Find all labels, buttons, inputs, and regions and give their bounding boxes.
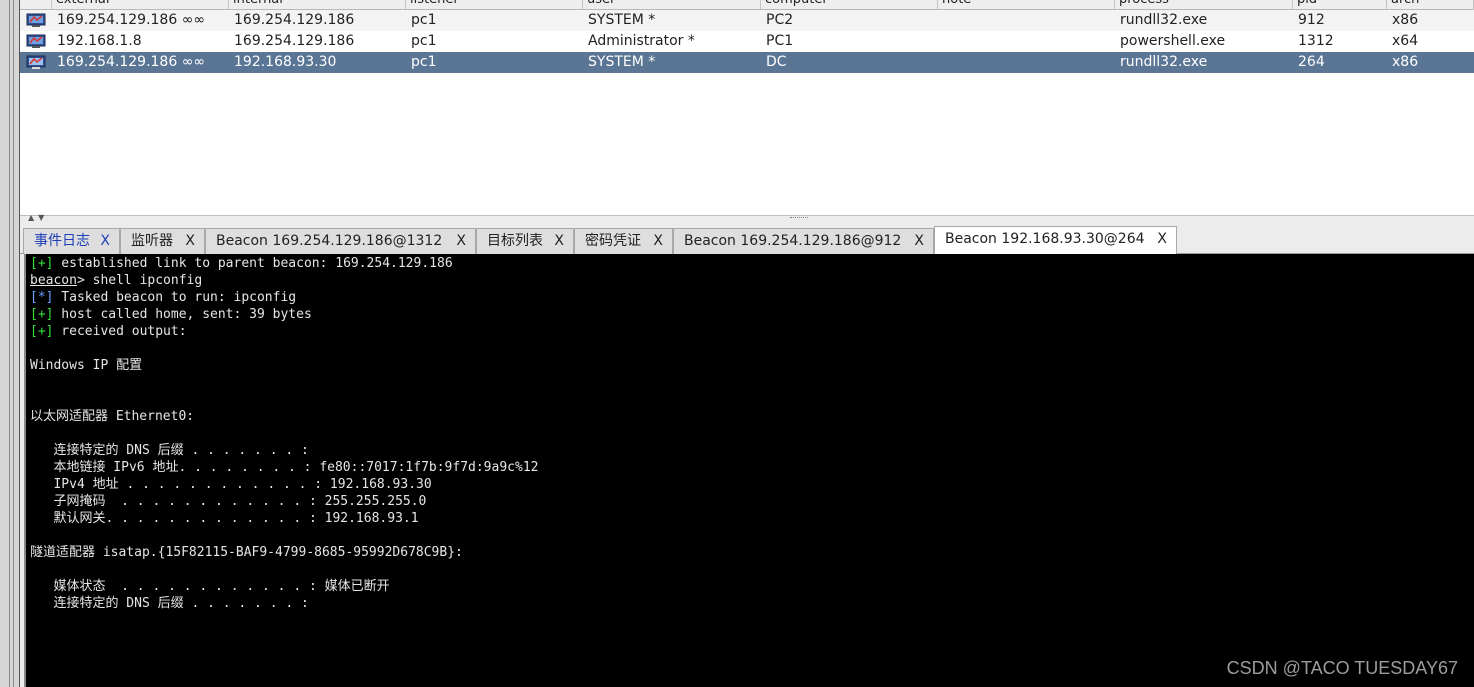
console-line: [+] established link to parent beacon: 1… [30,256,453,271]
tab-targets[interactable]: 目标列表 X [476,228,574,254]
header-pid[interactable]: pid [1293,0,1387,9]
cell-listener: pc1 [411,33,437,49]
cell-external: 169.254.129.186 ∞∞ [57,12,206,28]
tab-beacon-1312[interactable]: Beacon 169.254.129.186@1312 X [205,228,476,254]
cell-internal: 169.254.129.186 [234,12,355,28]
console-line: 子网掩码 . . . . . . . . . . . . : 255.255.2… [30,494,427,509]
header-arch[interactable]: arch [1387,0,1474,9]
header-user[interactable]: user [583,0,761,9]
header-internal[interactable]: internal ^ [229,0,406,9]
splitter-arrows-icon[interactable]: ▲▼ [28,213,48,222]
cell-user: SYSTEM * [588,54,656,70]
console-line: 隧道适配器 isatap.{15F82115-BAF9-4799-8685-95… [30,545,463,560]
tab-label: Beacon 192.168.93.30@264 [945,231,1145,247]
beacon-prompt: beacon [30,273,77,288]
tab-beacon-912[interactable]: Beacon 169.254.129.186@912 X [673,228,934,254]
tab-close-icon[interactable]: X [1157,227,1167,251]
cell-computer: PC2 [766,12,794,28]
table-row[interactable]: 169.254.129.186 ∞∞ 169.254.129.186 pc1 S… [20,10,1474,31]
tab-close-icon[interactable]: X [653,229,663,253]
header-icon-column[interactable] [20,0,52,9]
tab-listeners[interactable]: 监听器 X [120,228,205,254]
cell-computer: DC [766,54,787,70]
sessions-table-header: external internal ^ listener user comput… [20,0,1474,10]
watermark: CSDN @TACO TUESDAY67 [1226,658,1458,678]
cell-internal: 192.168.93.30 [234,54,337,70]
tab-close-icon[interactable]: X [185,229,195,253]
cell-listener: pc1 [411,54,437,70]
cell-external: 169.254.129.186 ∞∞ [57,54,206,70]
tab-label: Beacon 169.254.129.186@912 [684,233,902,249]
beacon-session-icon [26,55,46,69]
console-prompt-line: beacon> shell ipconfig [30,273,203,288]
cell-process: powershell.exe [1120,33,1226,49]
cell-pid: 1312 [1298,33,1334,49]
cell-arch: x64 [1392,33,1419,49]
table-row[interactable]: 192.168.1.8 169.254.129.186 pc1 Administ… [20,31,1474,52]
tab-label: 目标列表 [487,233,543,249]
tab-bar: 事件日志 X 监听器 X Beacon 169.254.129.186@1312… [20,226,1474,254]
tab-label: 监听器 [131,233,173,249]
beacon-session-icon [26,34,46,48]
console-line: 连接特定的 DNS 后缀 . . . . . . . : [30,596,309,611]
header-process[interactable]: process [1115,0,1293,9]
tab-label: Beacon 169.254.129.186@1312 [216,233,443,249]
tab-beacon-264-active[interactable]: Beacon 192.168.93.30@264 X [934,226,1177,254]
cell-pid: 264 [1298,54,1325,70]
cell-process: rundll32.exe [1120,12,1208,28]
sessions-table: external internal ^ listener user comput… [20,0,1474,215]
tab-event-log[interactable]: 事件日志 X [23,228,120,254]
beacon-session-icon [26,13,46,27]
tab-close-icon[interactable]: X [554,229,564,253]
tab-close-icon[interactable]: X [914,229,924,253]
cell-user: Administrator * [588,33,695,49]
tab-label: 密码凭证 [585,233,641,249]
tab-label: 事件日志 [34,233,90,249]
table-row-selected[interactable]: 169.254.129.186 ∞∞ 192.168.93.30 pc1 SYS… [20,52,1474,73]
pane-splitter[interactable]: ▲▼ [20,213,1474,226]
header-computer[interactable]: computer [761,0,938,9]
console-line: 连接特定的 DNS 后缀 . . . . . . . : [30,443,309,458]
tab-credentials[interactable]: 密码凭证 X [574,228,673,254]
console-line: 媒体状态 . . . . . . . . . . . . : 媒体已断开 [30,579,390,594]
console-line: Windows IP 配置 [30,358,143,373]
console-line: IPv4 地址 . . . . . . . . . . . . : 192.16… [30,477,432,492]
splitter-grip-icon[interactable] [790,217,808,221]
cell-arch: x86 [1392,12,1419,28]
header-listener[interactable]: listener [406,0,583,9]
cell-listener: pc1 [411,12,437,28]
console-line: [*] Tasked beacon to run: ipconfig [30,290,297,305]
header-external[interactable]: external [52,0,229,9]
header-note[interactable]: note [938,0,1115,9]
beacon-console-output[interactable]: [+] established link to parent beacon: 1… [24,254,1474,687]
cell-external: 192.168.1.8 [57,33,142,49]
cell-process: rundll32.exe [1120,54,1208,70]
console-line: [+] received output: [30,324,187,339]
console-line: 默认网关. . . . . . . . . . . . . : 192.168.… [30,511,419,526]
cell-internal: 169.254.129.186 [234,33,355,49]
cell-computer: PC1 [766,33,794,49]
left-window-frame [0,0,20,687]
console-line: [+] host called home, sent: 39 bytes [30,307,312,322]
cell-pid: 912 [1298,12,1325,28]
tab-close-icon[interactable]: X [100,229,110,253]
cell-arch: x86 [1392,54,1419,70]
tab-close-icon[interactable]: X [456,229,466,253]
cell-user: SYSTEM * [588,12,656,28]
console-line: 本地链接 IPv6 地址. . . . . . . . : fe80::7017… [30,460,539,475]
console-line: 以太网适配器 Ethernet0: [30,409,195,424]
